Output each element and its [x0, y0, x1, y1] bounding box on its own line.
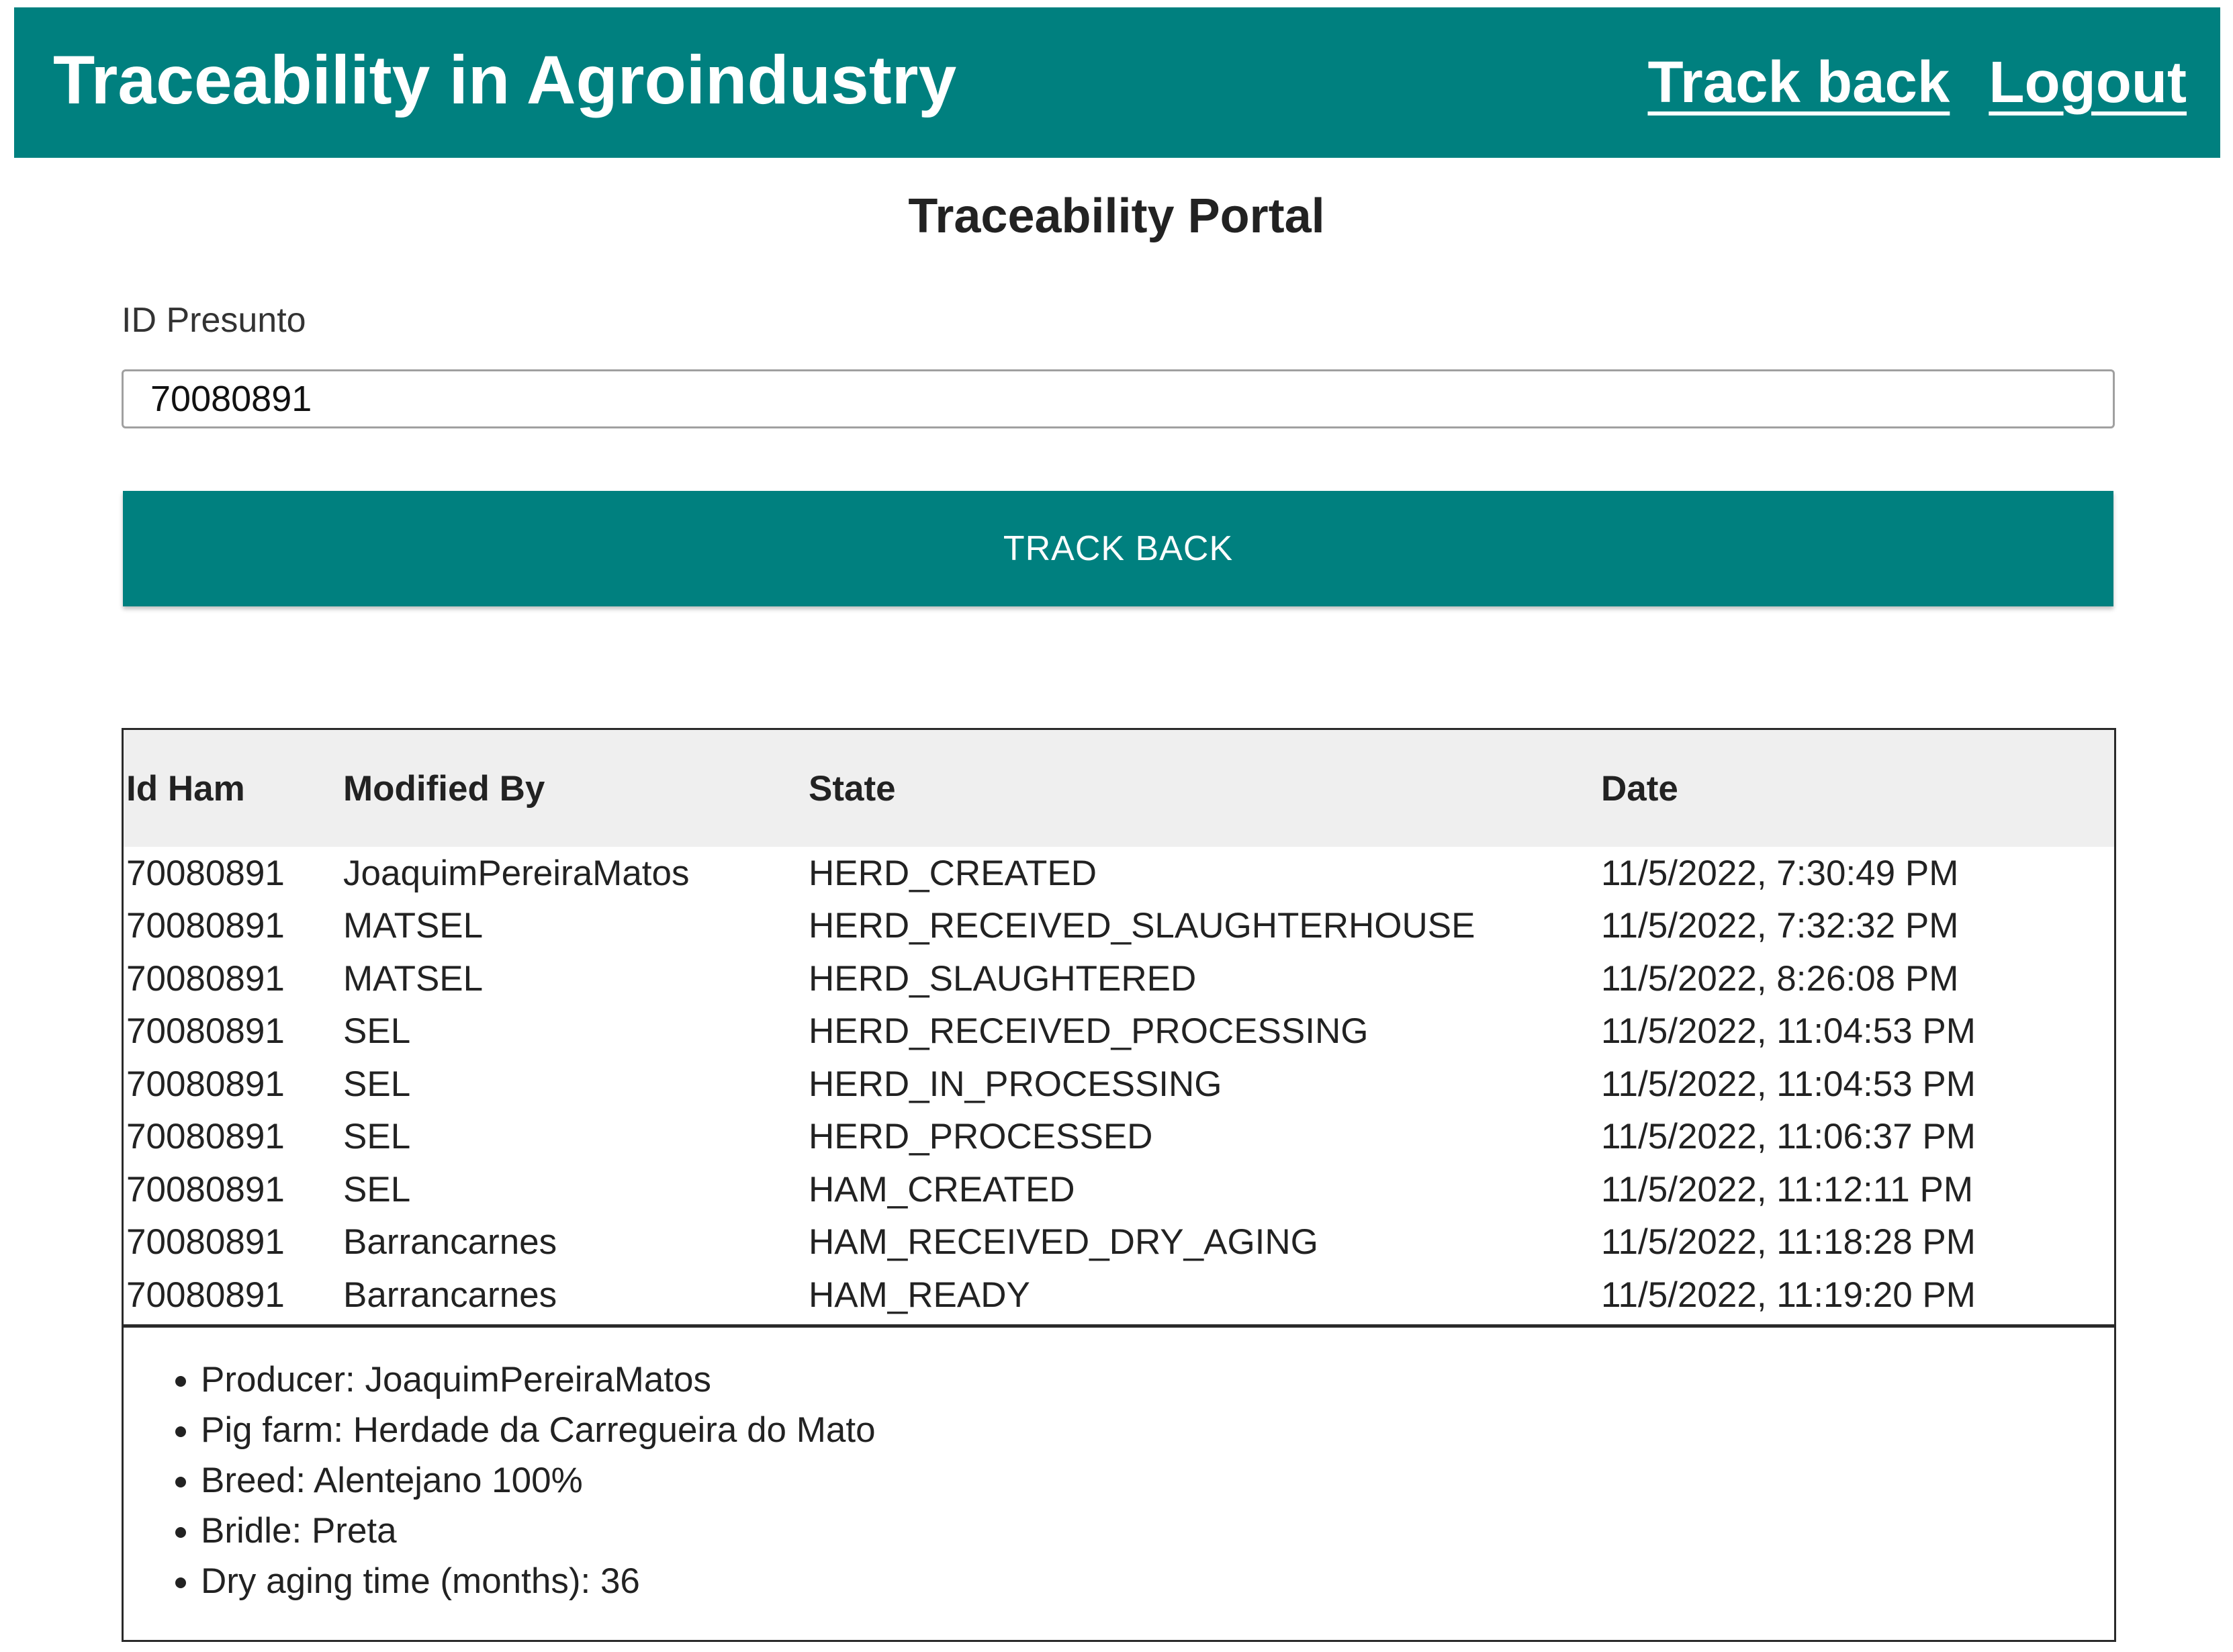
cell-id-ham: 70080891: [126, 853, 285, 893]
cell-state: HERD_CREATED: [809, 853, 1097, 893]
detail-item: Breed: Alentejano 100%: [201, 1455, 2114, 1506]
detail-item: Producer: JoaquimPereiraMatos: [201, 1355, 2114, 1405]
cell-id-ham: 70080891: [126, 1275, 285, 1315]
cell-id-ham: 70080891: [126, 1011, 285, 1052]
header-modified-by: Modified By: [343, 768, 545, 809]
header-date: Date: [1601, 768, 1678, 809]
details-divider: [124, 1324, 2114, 1328]
cell-state: HERD_PROCESSED: [809, 1117, 1153, 1157]
table-row: 70080891 SEL HAM_CREATED 11/5/2022, 11:12:1…: [124, 1163, 2114, 1216]
table-row: 70080891 SEL HERD_IN_PROCESSING 11/5/2022, …: [124, 1058, 2114, 1111]
logout-link[interactable]: Logout: [1989, 49, 2187, 116]
cell-date: 11/5/2022, 11:04:53 PM: [1601, 1064, 1976, 1104]
detail-item: Pig farm: Herdade da Carregueira do Mato: [201, 1405, 2114, 1455]
track-back-link[interactable]: Track back: [1647, 49, 1950, 116]
table-row: 70080891 MATSEL HERD_SLAUGHTERED 11/5/2022,…: [124, 952, 2114, 1005]
track-back-button[interactable]: TRACK BACK: [123, 491, 2113, 606]
app-header: Traceability in Agroindustry Track back …: [14, 7, 2220, 158]
cell-state: HERD_RECEIVED_SLAUGHTERHOUSE: [809, 906, 1475, 946]
cell-modified-by: Barrancarnes: [343, 1275, 557, 1315]
cell-date: 11/5/2022, 11:19:20 PM: [1601, 1275, 1976, 1315]
cell-state: HAM_READY: [809, 1275, 1030, 1315]
header-state: State: [809, 768, 896, 809]
cell-date: 11/5/2022, 11:12:11 PM: [1601, 1169, 1973, 1209]
table-row: 70080891 JoaquimPereiraMatos HERD_CREATED 1…: [124, 847, 2114, 900]
cell-state: HAM_CREATED: [809, 1169, 1075, 1209]
cell-id-ham: 70080891: [126, 1169, 285, 1209]
cell-date: 11/5/2022, 7:32:32 PM: [1601, 906, 1959, 946]
cell-modified-by: Barrancarnes: [343, 1222, 557, 1263]
cell-state: HAM_RECEIVED_DRY_AGING: [809, 1222, 1318, 1263]
results-panel: Id Ham Modified By State Date 70080891 Jo…: [122, 728, 2116, 1642]
cell-id-ham: 70080891: [126, 1222, 285, 1263]
cell-date: 11/5/2022, 11:06:37 PM: [1601, 1117, 1976, 1157]
cell-modified-by: SEL: [343, 1169, 411, 1209]
cell-modified-by: MATSEL: [343, 958, 484, 999]
cell-modified-by: JoaquimPereiraMatos: [343, 853, 690, 893]
cell-modified-by: SEL: [343, 1117, 411, 1157]
id-presunto-label: ID Presunto: [122, 301, 306, 340]
table-row: 70080891 SEL HERD_PROCESSED 11/5/2022, 11:0…: [124, 1111, 2114, 1164]
cell-modified-by: MATSEL: [343, 906, 484, 946]
trace-table: Id Ham Modified By State Date 70080891 Jo…: [124, 730, 2114, 1322]
detail-item: Bridle: Preta: [201, 1506, 2114, 1556]
cell-id-ham: 70080891: [126, 958, 285, 999]
table-row: 70080891 MATSEL HERD_RECEIVED_SLAUGHTERHOU…: [124, 900, 2114, 953]
cell-id-ham: 70080891: [126, 1117, 285, 1157]
page-title: Traceability Portal: [908, 189, 1325, 243]
cell-id-ham: 70080891: [126, 906, 285, 946]
table-header-row: Id Ham Modified By State Date: [124, 730, 2114, 847]
cell-date: 11/5/2022, 11:18:28 PM: [1601, 1222, 1976, 1263]
ham-details-list: Producer: JoaquimPereiraMatosPig farm: H…: [124, 1355, 2114, 1606]
cell-id-ham: 70080891: [126, 1064, 285, 1104]
id-presunto-input[interactable]: [122, 369, 2115, 428]
cell-state: HERD_SLAUGHTERED: [809, 958, 1197, 999]
table-row: 70080891 Barrancarnes HAM_READY 11/5/2022, …: [124, 1269, 2114, 1322]
top-nav: Track back Logout: [1647, 49, 2187, 116]
table-row: 70080891 SEL HERD_RECEIVED_PROCESSING 11/5/…: [124, 1005, 2114, 1058]
cell-date: 11/5/2022, 11:04:53 PM: [1601, 1011, 1976, 1052]
detail-item: Dry aging time (months): 36: [201, 1556, 2114, 1606]
table-row: 70080891 Barrancarnes HAM_RECEIVED_DRY_AGI…: [124, 1216, 2114, 1269]
cell-date: 11/5/2022, 8:26:08 PM: [1601, 958, 1959, 999]
table-body: 70080891 JoaquimPereiraMatos HERD_CREATED 1…: [124, 847, 2114, 1322]
cell-modified-by: SEL: [343, 1011, 411, 1052]
app-title: Traceability in Agroindustry: [53, 42, 957, 118]
cell-date: 11/5/2022, 7:30:49 PM: [1601, 853, 1959, 893]
cell-state: HERD_RECEIVED_PROCESSING: [809, 1011, 1369, 1052]
header-id-ham: Id Ham: [126, 768, 245, 809]
cell-state: HERD_IN_PROCESSING: [809, 1064, 1222, 1104]
cell-modified-by: SEL: [343, 1064, 411, 1104]
